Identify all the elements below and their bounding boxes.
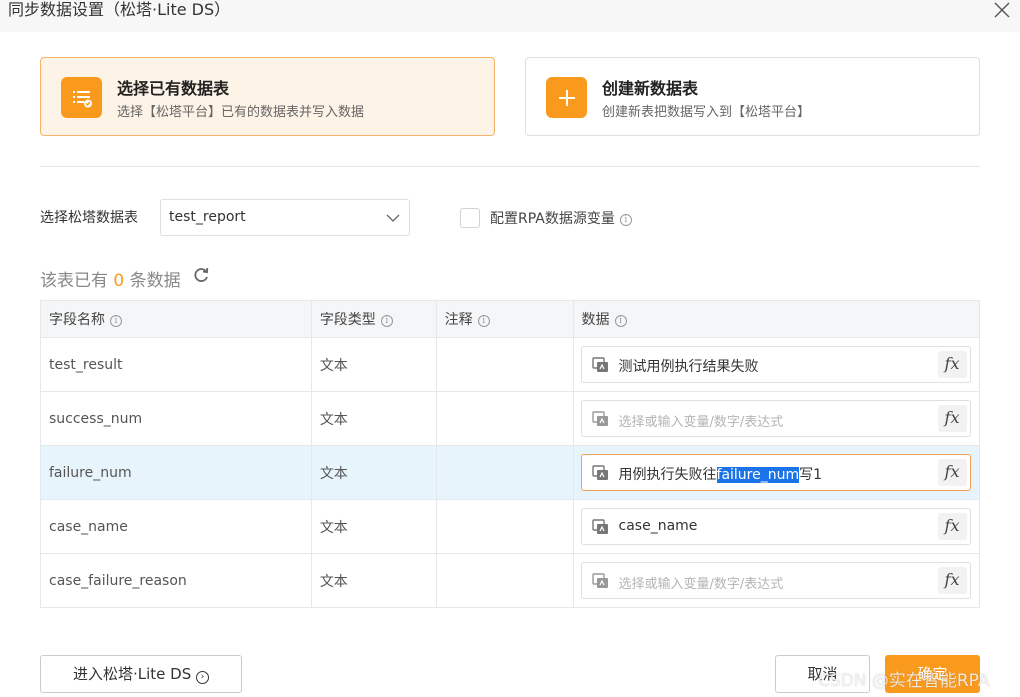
header-note: 注释 i	[435, 300, 574, 338]
variable-icon	[591, 519, 608, 534]
data-input-placeholder: 选择或输入变量/数字/表达式	[618, 577, 784, 592]
enter-lite-ds-button[interactable]: 进入松塔·Lite DS ›	[40, 655, 242, 693]
rpa-var-checkbox[interactable]	[460, 208, 480, 228]
data-input-value: 用例执行失败往failure_num写1	[618, 467, 823, 483]
field-type: 文本	[310, 337, 437, 392]
data-input[interactable]: 用例执行失败往failure_num写1 fx	[580, 454, 971, 491]
data-input[interactable]: 选择或输入变量/数字/表达式 fx	[580, 400, 971, 437]
data-cell: 测试用例执行结果失败 fx	[572, 337, 981, 392]
data-input-value: 测试用例执行结果失败	[618, 359, 759, 375]
selected-text: failure_num	[716, 467, 800, 483]
confirm-button[interactable]: 确定	[885, 655, 980, 693]
data-input[interactable]: 测试用例执行结果失败 fx	[580, 346, 971, 383]
dialog-title: 同步数据设置（松塔·Lite DS）	[8, 0, 231, 19]
card-create-new-table[interactable]: 创建新数据表 创建新表把数据写入到【松塔平台】	[525, 57, 980, 136]
info-icon: i	[380, 315, 393, 327]
info-icon: i	[614, 315, 627, 327]
fx-button[interactable]: fx	[937, 459, 967, 486]
field-type: 文本	[310, 553, 437, 608]
fx-button[interactable]: fx	[937, 405, 967, 432]
fx-button[interactable]: fx	[937, 567, 967, 594]
variable-icon	[591, 357, 608, 372]
data-input[interactable]: 选择或输入变量/数字/表达式 fx	[580, 562, 971, 599]
field-type: 文本	[310, 391, 437, 446]
select-table-label: 选择松塔数据表	[40, 210, 138, 226]
close-icon[interactable]	[993, 1, 1011, 19]
info-icon: i	[110, 315, 122, 327]
data-cell: 选择或输入变量/数字/表达式 fx	[572, 553, 981, 608]
info-icon: i	[477, 315, 490, 327]
table-row: case_failure_reason 文本 选择或输入变量/数字/表达式 fx	[40, 553, 981, 608]
table-row: case_name 文本 case_name fx	[40, 499, 981, 554]
table-row: test_result 文本 测试用例执行结果失败 fx	[40, 337, 981, 392]
arrow-right-circle-icon: ›	[196, 671, 210, 684]
field-note	[435, 553, 574, 608]
field-name: case_failure_reason	[40, 553, 312, 608]
refresh-icon[interactable]	[192, 266, 210, 284]
data-input[interactable]: case_name fx	[580, 508, 971, 545]
variable-icon	[591, 411, 608, 426]
table-select-value: test_report	[169, 209, 246, 225]
field-name: case_name	[40, 499, 312, 554]
header-field-name: 字段名称 i	[40, 300, 312, 338]
data-input-value: case_name	[618, 518, 698, 534]
divider	[40, 166, 980, 167]
variable-icon	[591, 465, 608, 480]
table-select[interactable]: test_report	[160, 199, 410, 236]
info-icon: i	[619, 214, 632, 226]
card-select-existing-table[interactable]: 选择已有数据表 选择【松塔平台】已有的数据表并写入数据	[40, 57, 495, 136]
field-name: test_result	[40, 337, 312, 392]
data-input-placeholder: 选择或输入变量/数字/表达式	[618, 415, 784, 430]
field-note	[435, 499, 574, 554]
field-note	[435, 391, 574, 446]
field-table: 字段名称 i 字段类型 i 注释 i 数据 i test_result 文本 测试用例执…	[40, 300, 981, 608]
rpa-var-label: 配置RPA数据源变量 i	[490, 208, 632, 228]
table-check-icon	[61, 77, 102, 118]
header-data: 数据 i	[572, 300, 981, 338]
plus-icon	[546, 77, 587, 118]
data-cell: 用例执行失败往failure_num写1 fx	[572, 445, 981, 500]
variable-icon	[591, 573, 608, 588]
field-note	[435, 445, 574, 500]
table-row: success_num 文本 选择或输入变量/数字/表达式 fx	[40, 391, 981, 446]
card-subtitle: 创建新表把数据写入到【松塔平台】	[602, 105, 811, 120]
cancel-button[interactable]: 取消	[775, 655, 870, 693]
chevron-down-icon	[386, 214, 400, 222]
field-name: success_num	[40, 391, 312, 446]
field-type: 文本	[310, 499, 437, 554]
row-count: 该表已有 0 条数据	[40, 271, 181, 291]
field-note	[435, 337, 574, 392]
data-cell: 选择或输入变量/数字/表达式 fx	[572, 391, 981, 446]
header-field-type: 字段类型 i	[310, 300, 437, 338]
table-row: failure_num 文本 用例执行失败往failure_num写1 fx	[40, 445, 981, 500]
card-title: 选择已有数据表	[117, 79, 230, 98]
card-subtitle: 选择【松塔平台】已有的数据表并写入数据	[117, 105, 365, 120]
card-title: 创建新数据表	[602, 79, 699, 98]
field-type: 文本	[310, 445, 437, 500]
data-cell: case_name fx	[572, 499, 981, 554]
fx-button[interactable]: fx	[937, 351, 967, 378]
table-header-row: 字段名称 i 字段类型 i 注释 i 数据 i	[40, 300, 981, 338]
fx-button[interactable]: fx	[937, 513, 967, 540]
field-name: failure_num	[40, 445, 312, 500]
